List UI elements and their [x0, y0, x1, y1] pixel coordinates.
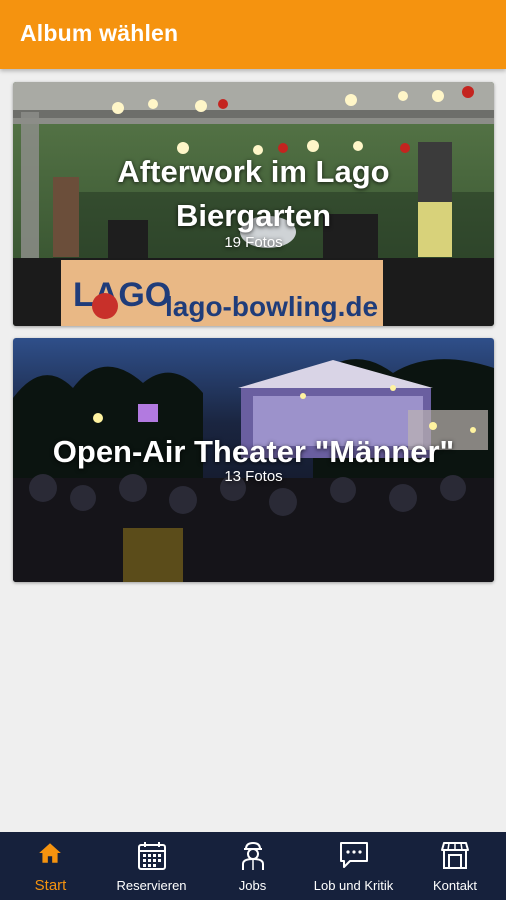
store-icon — [441, 842, 469, 869]
nav-item-kontakt[interactable]: Kontakt — [404, 832, 506, 900]
banner-logo-text: LAGO — [73, 276, 171, 314]
album-caption: Afterwork im Lago Biergarten 19 Fotos — [13, 150, 494, 251]
album-title-line2: Biergarten — [175, 198, 332, 233]
app-bar: Album wählen — [0, 0, 506, 69]
album-caption: Open-Air Theater "Männer" 13 Fotos — [13, 430, 494, 485]
nav-label: Reservieren — [116, 878, 187, 893]
nav-item-start[interactable]: Start — [0, 832, 101, 900]
calendar-icon — [138, 842, 166, 870]
nav-label: Lob und Kritik — [313, 878, 394, 893]
album-card-afterwork[interactable]: LAGO lago-bowling.de Afterwork im Lago B… — [13, 82, 494, 326]
page-title: Album wählen — [20, 20, 179, 46]
nav-item-jobs[interactable]: Jobs — [202, 832, 303, 900]
nav-label: Jobs — [238, 878, 267, 893]
nav-label: Start — [34, 877, 67, 894]
banner-url-text: lago-bowling.de — [165, 291, 378, 322]
nav-label: Kontakt — [432, 878, 478, 893]
home-icon — [39, 843, 61, 863]
bottom-navigation: Start Reservieren Jobs Lob und Kritik Ko… — [0, 832, 506, 900]
nav-item-lob-und-kritik[interactable]: Lob und Kritik — [303, 832, 404, 900]
album-card-open-air-theater[interactable]: Open-Air Theater "Männer" 13 Fotos — [13, 338, 494, 582]
chat-icon — [340, 842, 368, 868]
album-title: Afterwork im Lago — [117, 154, 390, 189]
nav-item-reservieren[interactable]: Reservieren — [101, 832, 202, 900]
album-photo-count: 19 Fotos — [224, 234, 283, 251]
worker-icon — [242, 841, 264, 870]
